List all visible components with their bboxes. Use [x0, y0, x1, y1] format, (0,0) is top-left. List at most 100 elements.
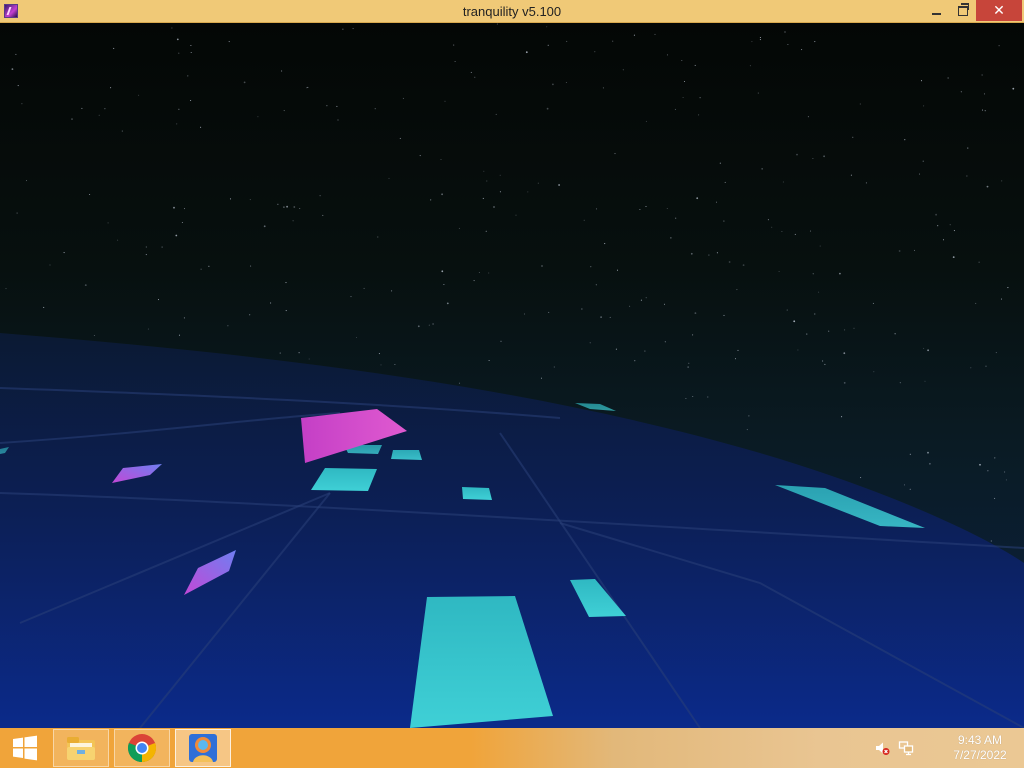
- star: [609, 316, 611, 318]
- star: [978, 261, 980, 263]
- star: [84, 284, 87, 286]
- star: [595, 208, 598, 210]
- star: [454, 60, 456, 63]
- star: [666, 54, 669, 56]
- star: [540, 377, 543, 379]
- star: [634, 360, 636, 362]
- taskbar: 9:43 AM 7/27/2022: [0, 728, 1024, 768]
- tranquility-app-icon[interactable]: [4, 4, 18, 18]
- star: [552, 83, 554, 86]
- star: [633, 34, 635, 36]
- star: [326, 105, 328, 107]
- star: [682, 96, 684, 99]
- title-bar[interactable]: tranquility v5.100 ✕: [0, 0, 1024, 23]
- clock-time: 9:43 AM: [957, 733, 1003, 747]
- star: [482, 197, 484, 199]
- star: [909, 488, 911, 490]
- star: [716, 252, 718, 254]
- star: [922, 160, 924, 162]
- star: [374, 108, 376, 110]
- app-window: tranquility v5.100 ✕: [0, 0, 1024, 728]
- game-viewport[interactable]: [0, 23, 1024, 728]
- star: [771, 226, 773, 228]
- star: [558, 184, 560, 186]
- star: [283, 206, 285, 209]
- star: [342, 28, 344, 30]
- star: [453, 44, 455, 46]
- star: [687, 366, 689, 368]
- star: [527, 191, 529, 193]
- star: [984, 110, 986, 112]
- taskbar-clock[interactable]: 9:43 AM 7/27/2022: [940, 733, 1020, 763]
- star: [801, 49, 803, 51]
- star: [616, 269, 619, 271]
- taskbar-tranquility[interactable]: [175, 729, 231, 767]
- star: [903, 484, 906, 486]
- taskbar-chrome[interactable]: [114, 729, 170, 767]
- star: [553, 366, 555, 368]
- star: [985, 365, 987, 367]
- star: [500, 340, 502, 342]
- star: [322, 214, 324, 216]
- star: [719, 162, 721, 164]
- star: [5, 288, 7, 290]
- star: [784, 31, 786, 33]
- tranquility-icon: [189, 734, 217, 762]
- star: [352, 28, 354, 30]
- restore-button[interactable]: [950, 0, 976, 21]
- star: [250, 265, 252, 267]
- star: [1000, 298, 1003, 300]
- star: [742, 264, 745, 266]
- star: [458, 382, 461, 384]
- star: [622, 69, 624, 71]
- star: [190, 44, 192, 47]
- star: [828, 330, 830, 332]
- star: [639, 208, 641, 211]
- network-icon[interactable]: [898, 740, 914, 756]
- volume-muted-icon[interactable]: [874, 740, 890, 756]
- star: [767, 219, 769, 221]
- star: [565, 81, 567, 84]
- star: [748, 415, 750, 417]
- star: [694, 64, 696, 66]
- taskbar-file-explorer[interactable]: [53, 729, 109, 767]
- star: [337, 119, 339, 121]
- star: [157, 299, 160, 301]
- star: [694, 312, 697, 314]
- star: [734, 358, 737, 360]
- star: [478, 271, 480, 274]
- close-button[interactable]: ✕: [976, 0, 1022, 21]
- star: [200, 126, 202, 128]
- star: [493, 206, 495, 208]
- start-button[interactable]: [0, 728, 50, 768]
- star: [981, 74, 983, 76]
- star: [852, 136, 854, 138]
- star: [16, 212, 18, 214]
- star: [63, 252, 65, 254]
- tile-cyan-far1: [391, 450, 422, 460]
- star: [970, 367, 972, 369]
- star: [187, 75, 189, 77]
- star: [644, 350, 646, 352]
- star: [173, 206, 175, 209]
- star: [589, 342, 591, 344]
- star: [293, 206, 296, 208]
- star: [499, 174, 501, 176]
- star: [782, 181, 784, 183]
- star: [640, 299, 642, 301]
- star: [645, 205, 647, 208]
- minimize-button[interactable]: [922, 0, 950, 21]
- star: [441, 193, 443, 196]
- star: [229, 198, 232, 200]
- star: [43, 306, 45, 308]
- star: [708, 254, 710, 256]
- star: [417, 325, 420, 328]
- star: [117, 239, 119, 241]
- star: [841, 416, 843, 418]
- star: [402, 97, 404, 99]
- star: [998, 45, 1000, 47]
- star: [707, 396, 709, 398]
- star: [485, 230, 487, 232]
- star: [336, 105, 338, 107]
- star: [600, 316, 602, 318]
